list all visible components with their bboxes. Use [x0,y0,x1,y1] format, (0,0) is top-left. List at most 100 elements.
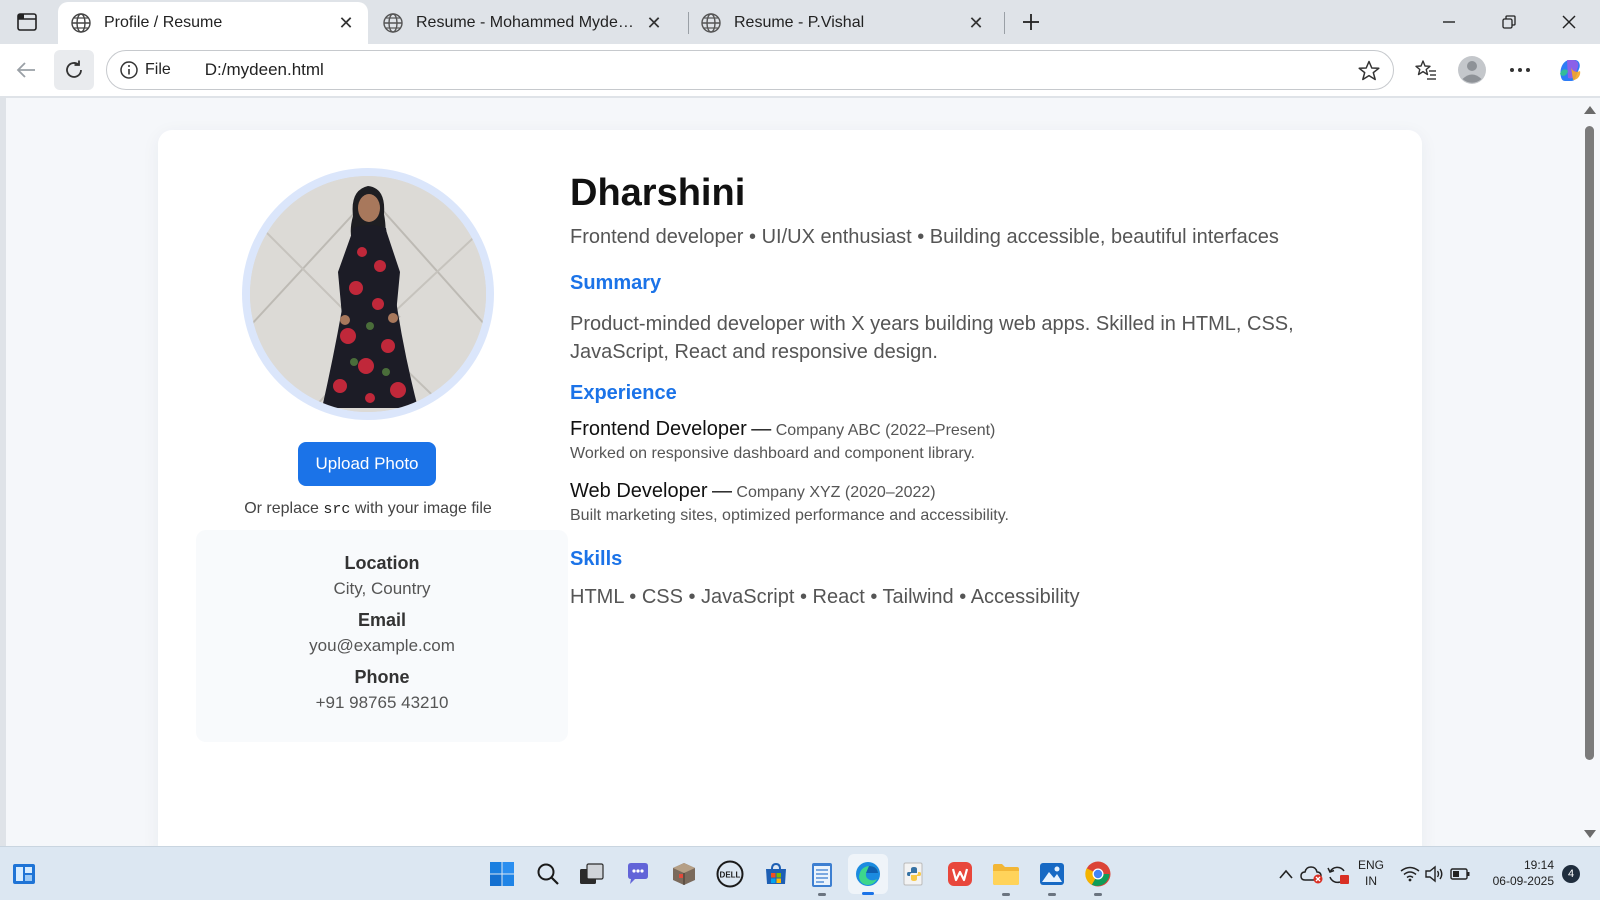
task-view-icon [580,863,604,884]
copilot-icon [1560,60,1581,81]
store-icon [766,862,786,884]
tab-title: Resume - P.Vishal [734,14,865,31]
plus-icon [1023,14,1039,30]
clock-button[interactable]: 19:14 06-09-2025 [1484,857,1554,889]
avatar [250,176,486,412]
info-icon [120,61,138,79]
close-icon[interactable]: ✕ [334,11,358,35]
input-language-button[interactable]: ENG IN [1358,857,1384,889]
settings-more-button[interactable] [1504,54,1536,86]
tab-strip: Profile / Resume ✕ Resume - Mohammed Myd… [0,0,1600,44]
photos-button[interactable] [1036,858,1068,896]
scroll-down-icon[interactable] [1584,830,1596,838]
chrome-button[interactable] [1082,858,1114,896]
chrome-icon [1085,861,1111,887]
folder-icon [993,864,1019,885]
tab-actions-icon[interactable] [14,9,40,35]
favorites-icon [1415,60,1436,80]
scroll-up-icon[interactable] [1584,106,1596,114]
job-company: Company ABC (2022–Present) [775,422,996,439]
sync-status-button[interactable] [1322,858,1354,890]
job-role: Web Developer [570,480,708,502]
url-text[interactable]: D:/mydeen.html [205,60,324,80]
battery-button[interactable] [1444,858,1476,890]
search-icon [537,863,559,885]
photos-icon [1040,863,1064,885]
wps-icon [948,862,972,886]
wps-office-button[interactable] [944,858,976,890]
refresh-button[interactable] [54,50,94,90]
python-button[interactable] [898,858,930,890]
upload-photo-button[interactable]: Upload Photo [298,442,436,486]
store-button[interactable] [760,858,792,890]
vertical-scrollbar[interactable] [1580,98,1600,846]
minimize-button[interactable] [1426,6,1472,38]
chat-icon [628,863,648,884]
wifi-icon [1400,866,1420,882]
avatar-frame [242,168,494,420]
tab-resume-vishal[interactable]: Resume - P.Vishal ✕ [688,2,998,44]
widgets-button[interactable] [8,858,40,890]
active-indicator [862,892,874,895]
running-indicator [1048,893,1056,896]
globe-icon [701,13,721,33]
tab-resume-mydeen[interactable]: Resume - Mohammed Mydeen.A ✕ [370,2,676,44]
dell-app-button[interactable]: DELL [714,858,746,890]
notepad-icon [812,863,832,887]
contact-panel: Location City, Country Email you@example… [196,530,568,742]
scheme-label: File [145,61,171,78]
battery-icon [1450,868,1470,880]
browser-toolbar: File D:/mydeen.html [0,44,1600,96]
teams-chat-button[interactable] [622,858,654,890]
globe-icon [71,13,91,33]
scrollbar-thumb[interactable] [1585,126,1594,760]
running-indicator [1094,893,1102,896]
copilot-button[interactable] [1554,54,1586,86]
job-separator: — [711,480,732,502]
tab-profile-resume[interactable]: Profile / Resume ✕ [58,2,368,44]
close-icon[interactable]: ✕ [642,11,666,35]
photo-hint: Or replace src with your image file [198,500,538,518]
dell-icon: DELL [716,860,744,888]
email-value: you@example.com [309,636,455,655]
star-icon[interactable] [1357,59,1381,83]
taskbar: DELL ENG IN 19:14 06-09-2025 4 [0,846,1600,900]
avatar-icon [1458,56,1486,84]
running-indicator [818,893,826,896]
restore-button[interactable] [1486,6,1532,38]
site-info-button[interactable]: File [119,60,171,80]
hint-suffix: with your image file [354,500,492,517]
profile-button[interactable] [1456,54,1488,86]
close-icon[interactable]: ✕ [964,11,988,35]
favorites-button[interactable] [1410,54,1442,86]
file-explorer-button[interactable] [990,858,1022,896]
tab-separator [1004,12,1005,34]
tab-title: Resume - Mohammed Mydeen.A [416,14,642,31]
back-button[interactable] [6,50,46,90]
start-button[interactable] [486,858,518,890]
summary-text: Product-minded developer with X years bu… [570,313,1294,363]
phone-label: Phone [354,667,410,687]
task-view-button[interactable] [576,858,608,890]
package-icon [673,863,695,885]
notification-badge[interactable]: 4 [1562,865,1580,883]
region-code: IN [1365,874,1377,888]
edge-button[interactable] [848,854,888,895]
clock-date: 06-09-2025 [1492,874,1554,888]
notepad-button[interactable] [806,858,838,896]
job-description: Built marketing sites, optimized perform… [570,507,1009,524]
address-bar[interactable]: File D:/mydeen.html [106,50,1394,90]
running-indicator [1002,893,1010,896]
python-icon [903,862,923,886]
close-window-button[interactable] [1546,6,1592,38]
experience-item: Frontend Developer — Company ABC (2022–P… [570,418,1370,463]
windows-icon [490,862,514,886]
search-button[interactable] [532,858,564,890]
page-title: Dharshini [570,172,746,214]
package-app-button[interactable] [668,858,700,890]
resume-card: Upload Photo Or replace src with your im… [158,130,1422,846]
new-tab-button[interactable] [1016,7,1046,37]
restore-icon [1502,15,1516,29]
chevron-up-icon [1279,869,1293,879]
job-separator: — [751,418,772,440]
